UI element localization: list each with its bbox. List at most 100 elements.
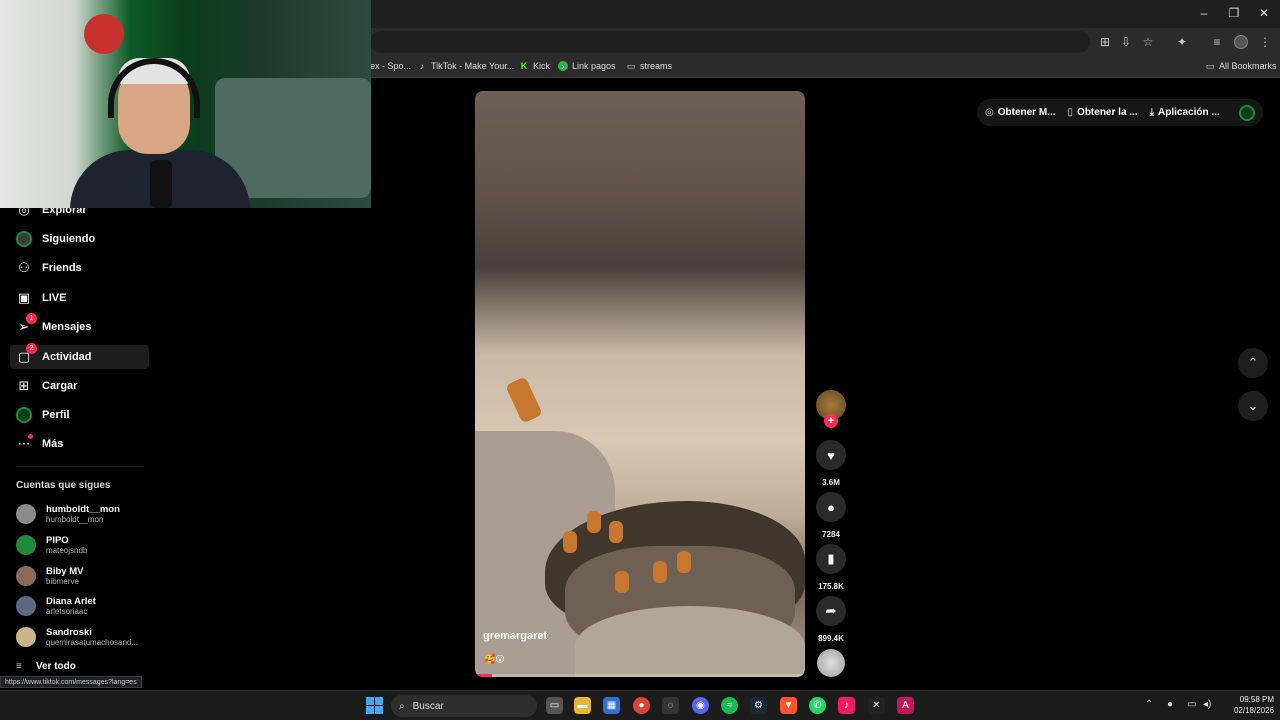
previous-video-button[interactable]: ⌃ bbox=[1238, 348, 1268, 378]
minimize-icon[interactable]: – bbox=[1196, 6, 1212, 20]
tiktok-app-icon[interactable]: ♪ bbox=[838, 697, 855, 714]
avatar bbox=[16, 504, 36, 524]
video-player[interactable]: gremargaret 🥰😮 bbox=[475, 91, 805, 677]
video-cat bbox=[587, 511, 601, 533]
webcam-background-object bbox=[84, 14, 124, 54]
video-progress-fill bbox=[475, 674, 492, 677]
music-disc[interactable] bbox=[817, 649, 845, 677]
file-explorer-icon[interactable]: ▬ bbox=[574, 697, 591, 714]
coin-icon: ◎ bbox=[985, 107, 994, 118]
comment-icon: ● bbox=[816, 492, 846, 522]
profile-avatar bbox=[16, 407, 32, 423]
sidebar-item-actividad[interactable]: ▢ 2 Actividad bbox=[10, 343, 149, 369]
video-cat bbox=[653, 561, 667, 583]
close-icon[interactable]: ✕ bbox=[1256, 6, 1272, 20]
star-icon[interactable]: ☆ bbox=[1141, 35, 1155, 49]
bookmark-tiktok[interactable]: ♪ TikTok - Make Your... bbox=[417, 61, 514, 71]
whatsapp-icon[interactable]: ✆ bbox=[809, 697, 826, 714]
video-caption: 🥰😮 bbox=[484, 654, 505, 664]
save-button[interactable]: ▮ 175.8K bbox=[816, 544, 846, 591]
followed-account[interactable]: PIPO mateojsndb bbox=[16, 531, 156, 559]
messages-badge: 1 bbox=[26, 313, 37, 324]
sidebar-item-friends[interactable]: ⚇ Friends bbox=[10, 256, 149, 280]
app-icon[interactable]: ◌ bbox=[662, 697, 679, 714]
more-icon: ⋯ bbox=[16, 434, 33, 452]
see-all-button[interactable]: ≡ Ver todo bbox=[16, 661, 76, 672]
bookmark-kick[interactable]: K Kick bbox=[519, 61, 550, 71]
like-button[interactable]: ♥ 3.6M bbox=[816, 440, 846, 487]
bookmark-spotify[interactable]: ex - Spo... bbox=[370, 61, 411, 71]
windows-start-icon[interactable] bbox=[366, 697, 383, 714]
bookmark-icon: ▮ bbox=[816, 544, 846, 574]
followed-account[interactable]: humboldt__mon humboldt__mon bbox=[16, 500, 156, 528]
menu-dots-icon[interactable]: ⋮ bbox=[1258, 35, 1272, 49]
sidebar-item-mas[interactable]: ⋯ Más bbox=[10, 432, 149, 456]
desktop-app-button[interactable]: ⤓ Aplicación ... bbox=[1150, 107, 1220, 118]
volume-icon[interactable]: ◂) bbox=[1203, 699, 1211, 710]
tiktok-icon: ♪ bbox=[419, 61, 425, 71]
comment-count: 7284 bbox=[822, 530, 840, 539]
avatar bbox=[16, 596, 36, 616]
bookmark-streams[interactable]: ▭ streams bbox=[626, 61, 672, 71]
taskbar-clock[interactable]: 09:58 PM 02/18/2026 bbox=[1222, 694, 1274, 716]
followed-account[interactable]: Diana Arlet arletsoriaac bbox=[16, 592, 156, 620]
taskbar: ⌕ Buscar ▭ ▬ ▦ ● ◌ ◉ ≈ ⚙ ▼ ✆ ♪ ✕ A ⌃ ● ▭… bbox=[0, 690, 1280, 720]
get-app-button[interactable]: ▯ Obtener la ... bbox=[1068, 107, 1138, 118]
task-view-icon[interactable]: ▭ bbox=[546, 697, 563, 714]
sidebar-item-mensajes[interactable]: ➢ 1 Mensajes bbox=[10, 313, 149, 339]
video-cat bbox=[609, 521, 623, 543]
avatar bbox=[16, 627, 36, 647]
all-bookmarks[interactable]: ▭ All Bookmarks bbox=[1205, 61, 1277, 71]
follow-plus-icon[interactable]: + bbox=[824, 414, 838, 428]
video-cat bbox=[563, 531, 577, 553]
sidebar-item-perfil[interactable]: Perfil bbox=[10, 403, 149, 427]
spotify-icon[interactable]: ≈ bbox=[721, 697, 738, 714]
taskbar-search[interactable]: ⌕ Buscar bbox=[391, 695, 537, 717]
tray-chevron-icon[interactable]: ⌃ bbox=[1145, 699, 1153, 710]
brave-icon[interactable]: ▼ bbox=[780, 697, 797, 714]
live-icon: ▣ bbox=[17, 290, 31, 305]
webcam-microphone bbox=[150, 160, 172, 208]
video-progress-bar[interactable] bbox=[475, 674, 805, 677]
avatar bbox=[16, 566, 36, 586]
sidebar-item-siguiendo[interactable]: Siguiendo bbox=[10, 227, 149, 251]
link-status-url: https://www.tiktok.com/messages?lang=es bbox=[0, 676, 142, 688]
get-coins-button[interactable]: ◎ Obtener M... bbox=[985, 107, 1056, 118]
followed-account[interactable]: Biby MV bibmerve bbox=[16, 562, 156, 590]
network-icon[interactable]: ▭ bbox=[1187, 699, 1196, 710]
folder-icon: ▭ bbox=[626, 61, 636, 71]
media-icon[interactable]: ≡ bbox=[1210, 35, 1224, 49]
translate-icon[interactable]: ⊞ bbox=[1098, 35, 1112, 49]
video-author[interactable]: gremargaret bbox=[483, 630, 547, 642]
chevron-down-icon: ⌄ bbox=[1247, 398, 1259, 413]
sidebar-item-cargar[interactable]: ⊞ Cargar bbox=[10, 374, 149, 398]
extensions-icon[interactable]: ✦ bbox=[1175, 35, 1189, 49]
activity-icon: ▢ 2 bbox=[16, 343, 37, 365]
sidebar-item-live[interactable]: ▣ LIVE bbox=[10, 286, 149, 310]
share-icon: ➦ bbox=[816, 596, 846, 626]
share-button[interactable]: ➦ 899.4K bbox=[816, 596, 846, 643]
send-icon: ➢ 1 bbox=[16, 313, 37, 335]
friends-icon: ⚇ bbox=[18, 260, 30, 275]
followed-account[interactable]: Sandroski quemirasatumachosand... bbox=[16, 623, 156, 651]
restore-icon[interactable]: ❐ bbox=[1226, 6, 1242, 20]
store-icon[interactable]: ▦ bbox=[603, 697, 620, 714]
chrome-icon[interactable]: ● bbox=[633, 697, 650, 714]
adobe-icon[interactable]: A bbox=[897, 697, 914, 714]
browser-profile-avatar[interactable] bbox=[1234, 35, 1248, 49]
discord-icon[interactable]: ◉ bbox=[692, 697, 709, 714]
next-video-button[interactable]: ⌄ bbox=[1238, 391, 1268, 421]
comment-button[interactable]: ● 7284 bbox=[816, 492, 846, 539]
user-avatar[interactable] bbox=[1239, 104, 1255, 121]
save-count: 175.8K bbox=[818, 582, 844, 591]
steam-icon[interactable]: ⚙ bbox=[750, 697, 767, 714]
header-actions: ◎ Obtener M... ▯ Obtener la ... ⤓ Aplicació… bbox=[977, 99, 1263, 126]
microphone-icon[interactable]: ● bbox=[1167, 699, 1173, 710]
address-bar[interactable] bbox=[370, 31, 1090, 53]
install-icon[interactable]: ⇩ bbox=[1119, 35, 1133, 49]
following-avatar bbox=[16, 231, 32, 247]
kick-icon: K bbox=[520, 61, 528, 71]
heart-icon: ♥ bbox=[816, 440, 846, 470]
bookmark-link-pagos[interactable]: › Link pagos bbox=[558, 61, 616, 71]
capcut-icon[interactable]: ✕ bbox=[868, 697, 885, 714]
